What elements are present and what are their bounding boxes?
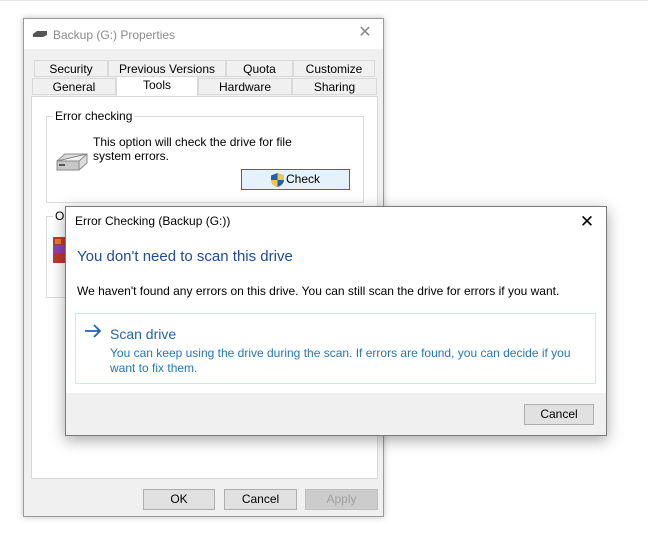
tab-quota[interactable]: Quota [226,60,293,77]
tab-tools[interactable]: Tools [116,76,198,96]
scan-drive-option[interactable]: Scan drive You can keep using the drive … [75,313,596,384]
cancel-button[interactable]: Cancel [224,489,297,510]
error-checking-dialog: Error Checking (Backup (G:)) ✕ You don't… [65,206,607,436]
drive-icon [56,153,88,171]
scan-drive-description: You can keep using the drive during the … [110,346,571,375]
close-icon[interactable]: ✕ [355,23,375,43]
tab-security[interactable]: Security [34,60,108,77]
dialog-message: We haven't found any errors on this driv… [77,284,560,298]
drive-icon [33,31,47,37]
dialog-footer: Cancel [66,393,606,435]
properties-titlebar[interactable]: Backup (G:) Properties ✕ [24,19,383,49]
top-divider [0,0,648,1]
tab-general[interactable]: General [32,78,116,95]
dialog-heading: You don't need to scan this drive [77,248,293,265]
arrow-right-icon [85,324,102,338]
window-title: Backup (G:) Properties [53,28,176,42]
uac-shield-icon [270,172,284,187]
tab-sharing[interactable]: Sharing [292,78,377,95]
apply-button: Apply [305,489,378,510]
scan-drive-title: Scan drive [110,326,177,342]
check-button[interactable]: Check [241,169,350,190]
error-checking-group: Error checking This option will check th… [46,109,364,203]
tab-previous-versions[interactable]: Previous Versions [108,60,226,77]
tab-customize[interactable]: Customize [293,60,375,77]
error-checking-description: This option will check the drive for fil… [93,135,292,163]
dialog-title: Error Checking (Backup (G:)) [75,214,231,228]
error-checking-label: Error checking [53,109,135,123]
tab-hardware[interactable]: Hardware [198,78,292,95]
ok-button[interactable]: OK [143,489,215,510]
dialog-cancel-button[interactable]: Cancel [524,404,594,425]
close-icon[interactable]: ✕ [576,211,598,233]
